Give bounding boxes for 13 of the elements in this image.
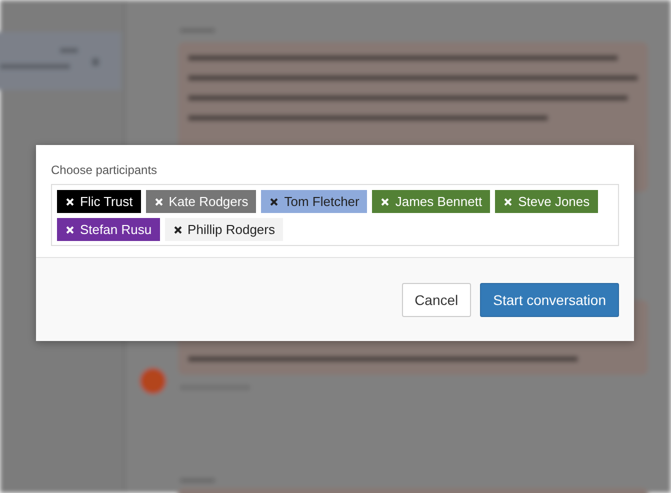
remove-icon[interactable] — [270, 198, 278, 206]
participant-name: Stefan Rusu — [80, 222, 152, 237]
participant-name: Phillip Rodgers — [188, 222, 275, 237]
field-label: Choose participants — [51, 163, 158, 177]
participants-field[interactable]: Flic Trust Kate Rodgers Tom Fletcher James Bennett Steve Jones Stefan Rusu Phillip Rodgers — [51, 184, 619, 246]
cancel-button[interactable]: Cancel — [402, 282, 472, 316]
start-button[interactable]: Start conversation — [480, 282, 619, 316]
participant-name: Steve Jones — [518, 194, 590, 209]
participant-name: Flic Trust — [80, 194, 133, 209]
remove-icon[interactable] — [174, 226, 182, 234]
participant-name: Kate Rodgers — [168, 194, 248, 209]
participant-name: James Bennett — [395, 194, 482, 209]
participant-name: Tom Fletcher — [284, 194, 360, 209]
